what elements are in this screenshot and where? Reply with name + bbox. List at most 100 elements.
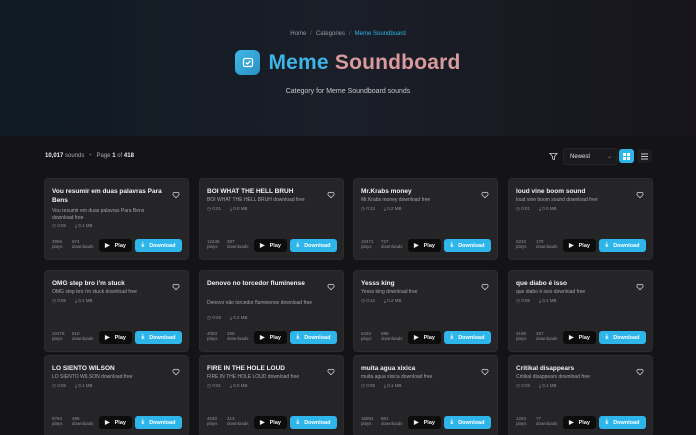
favorite-heart-icon[interactable] bbox=[636, 363, 644, 376]
downloads-stat: 727 downloads bbox=[381, 239, 403, 249]
downloads-label: downloads bbox=[227, 244, 249, 249]
breadcrumb-home[interactable]: Home bbox=[290, 31, 306, 37]
sound-title[interactable]: Mr.Krabs money bbox=[361, 187, 473, 196]
duration-value: 0:01 bbox=[212, 383, 221, 388]
sound-card[interactable]: Critikal disappears Critikal disappears d… bbox=[508, 355, 653, 435]
plays-label: plays bbox=[207, 421, 218, 426]
downloads-label: downloads bbox=[536, 421, 558, 426]
favorite-heart-icon[interactable] bbox=[481, 186, 489, 199]
sound-title[interactable]: Vou resumir em duas palavras Para Bens bbox=[52, 187, 164, 205]
download-button[interactable]: ⤓ Download bbox=[444, 239, 491, 252]
sound-title[interactable]: muita agua xixica bbox=[361, 364, 473, 373]
download-button[interactable]: ⤓ Download bbox=[444, 331, 491, 344]
favorite-heart-icon[interactable] bbox=[172, 363, 180, 376]
sound-card[interactable]: OMG step bro i'm stuck OMG step bro i'm s… bbox=[44, 270, 189, 352]
sound-card[interactable]: FIRE IN THE HOLE LOUD FIRE IN THE HOLE LO… bbox=[199, 355, 344, 435]
sound-card[interactable]: Yesss king Yesss king download free ◷ 0:12… bbox=[353, 270, 498, 352]
sort-select[interactable]: Newest ⌄ bbox=[563, 148, 618, 165]
duration-value: 0:01 bbox=[212, 206, 221, 211]
sound-title[interactable]: que diabo é isso bbox=[516, 279, 628, 288]
play-button[interactable]: ▶ Play bbox=[254, 331, 287, 344]
results-count: 10,017 sounds • Page 1 of 418 bbox=[45, 153, 134, 159]
download-button[interactable]: ⤓ Download bbox=[444, 416, 491, 429]
sound-description: loud vine boom sound download free bbox=[516, 197, 598, 203]
sound-card[interactable]: Mr.Krabs money Mr.Krabs money download fr… bbox=[353, 178, 498, 260]
download-button[interactable]: ⤓ Download bbox=[290, 331, 337, 344]
favorite-heart-icon[interactable] bbox=[327, 278, 335, 291]
downloads-stat: 250 downloads bbox=[227, 331, 249, 341]
file-size-value: 0.0 MB bbox=[233, 383, 248, 388]
download-button[interactable]: ⤓ Download bbox=[135, 331, 182, 344]
download-button[interactable]: ⤓ Download bbox=[135, 239, 182, 252]
sound-description: Yesss king download free bbox=[361, 289, 418, 295]
sound-title[interactable]: OMG step bro i'm stuck bbox=[52, 279, 164, 288]
sound-title[interactable]: FIRE IN THE HOLE LOUD bbox=[207, 364, 319, 373]
favorite-heart-icon[interactable] bbox=[172, 278, 180, 291]
play-button[interactable]: ▶ Play bbox=[563, 239, 596, 252]
play-button[interactable]: ▶ Play bbox=[99, 331, 132, 344]
plays-stat: 3956 plays bbox=[52, 239, 72, 249]
downloads-stat: 861 downloads bbox=[381, 416, 403, 426]
favorite-heart-icon[interactable] bbox=[481, 278, 489, 291]
download-button[interactable]: ⤓ Download bbox=[290, 416, 337, 429]
sound-card[interactable]: BOI WHAT THE HELL BRUH BOI WHAT THE HELL … bbox=[199, 178, 344, 260]
file-size-icon: ⤓ 0.1 MB bbox=[383, 383, 402, 388]
file-size-value: 0.2 MB bbox=[387, 206, 402, 211]
play-button[interactable]: ▶ Play bbox=[254, 239, 287, 252]
duration-value: 0:29 bbox=[212, 315, 221, 320]
grid-view-button[interactable] bbox=[619, 149, 634, 163]
sound-card[interactable]: que diabo é isso que diabo é isso downloa… bbox=[508, 270, 653, 352]
file-size-icon: ⤓ 0.0 MB bbox=[229, 206, 248, 211]
sound-stats: 4530 plays213 downloads bbox=[207, 416, 249, 426]
favorite-heart-icon[interactable] bbox=[327, 186, 335, 199]
favorite-heart-icon[interactable] bbox=[636, 186, 644, 199]
favorite-heart-icon[interactable] bbox=[172, 186, 180, 199]
sound-card[interactable]: Vou resumir em duas palavras Para Bens Vo… bbox=[44, 178, 189, 260]
plays-stat: 10476 plays bbox=[52, 331, 72, 341]
downloads-stat: 257 downloads bbox=[536, 331, 558, 341]
sound-title[interactable]: LO SIENTO WILSON bbox=[52, 364, 164, 373]
filter-icon[interactable] bbox=[549, 152, 558, 161]
play-icon: ▶ bbox=[260, 243, 265, 249]
sound-title[interactable]: BOI WHAT THE HELL BRUH bbox=[207, 187, 319, 196]
duration-icon: ◷ 0:06 bbox=[52, 223, 66, 228]
download-button[interactable]: ⤓ Download bbox=[290, 239, 337, 252]
sound-description: que diabo é isso download free bbox=[516, 289, 586, 295]
sound-card[interactable]: LO SIENTO WILSON LO SIENTO WILSON downloa… bbox=[44, 355, 189, 435]
play-label: Play bbox=[578, 242, 590, 249]
download-button[interactable]: ⤓ Download bbox=[135, 416, 182, 429]
play-button[interactable]: ▶ Play bbox=[99, 239, 132, 252]
favorite-heart-icon[interactable] bbox=[481, 363, 489, 376]
play-button[interactable]: ▶ Play bbox=[254, 416, 287, 429]
plays-stat: 4530 plays bbox=[207, 416, 227, 426]
play-button[interactable]: ▶ Play bbox=[563, 331, 596, 344]
play-button[interactable]: ▶ Play bbox=[408, 239, 441, 252]
plays-label: plays bbox=[207, 244, 218, 249]
breadcrumb-separator: / bbox=[348, 31, 351, 37]
sound-title[interactable]: Critikal disappears bbox=[516, 364, 628, 373]
sound-card[interactable]: loud vine boom sound loud vine boom sound… bbox=[508, 178, 653, 260]
sound-meta: ◷ 0:06 ⤓ 0.1 MB bbox=[516, 298, 565, 304]
sound-title[interactable]: loud vine boom sound bbox=[516, 187, 628, 196]
play-button[interactable]: ▶ Play bbox=[408, 416, 441, 429]
download-icon: ⤓ bbox=[605, 419, 609, 425]
list-view-button[interactable] bbox=[637, 149, 652, 163]
plays-stat: 5784 plays bbox=[52, 416, 72, 426]
breadcrumb-current: Meme Soundboard bbox=[354, 31, 406, 37]
favorite-heart-icon[interactable] bbox=[636, 278, 644, 291]
sound-title[interactable]: Denovo no torcedor fluminense bbox=[207, 279, 319, 288]
breadcrumb-categories[interactable]: Categories bbox=[316, 31, 345, 37]
download-button[interactable]: ⤓ Download bbox=[599, 239, 646, 252]
sound-card[interactable]: muita agua xixica muita agua xixica downl… bbox=[353, 355, 498, 435]
sound-stats: 16891 plays861 downloads bbox=[361, 416, 403, 426]
sound-title[interactable]: Yesss king bbox=[361, 279, 473, 288]
downloads-label: downloads bbox=[72, 336, 94, 341]
play-button[interactable]: ▶ Play bbox=[563, 416, 596, 429]
sound-card[interactable]: Denovo no torcedor fluminense Denovo não … bbox=[199, 270, 344, 352]
play-button[interactable]: ▶ Play bbox=[99, 416, 132, 429]
download-button[interactable]: ⤓ Download bbox=[599, 416, 646, 429]
favorite-heart-icon[interactable] bbox=[327, 363, 335, 376]
play-button[interactable]: ▶ Play bbox=[408, 331, 441, 344]
page-title: Meme Soundboard bbox=[268, 50, 461, 74]
download-button[interactable]: ⤓ Download bbox=[599, 331, 646, 344]
